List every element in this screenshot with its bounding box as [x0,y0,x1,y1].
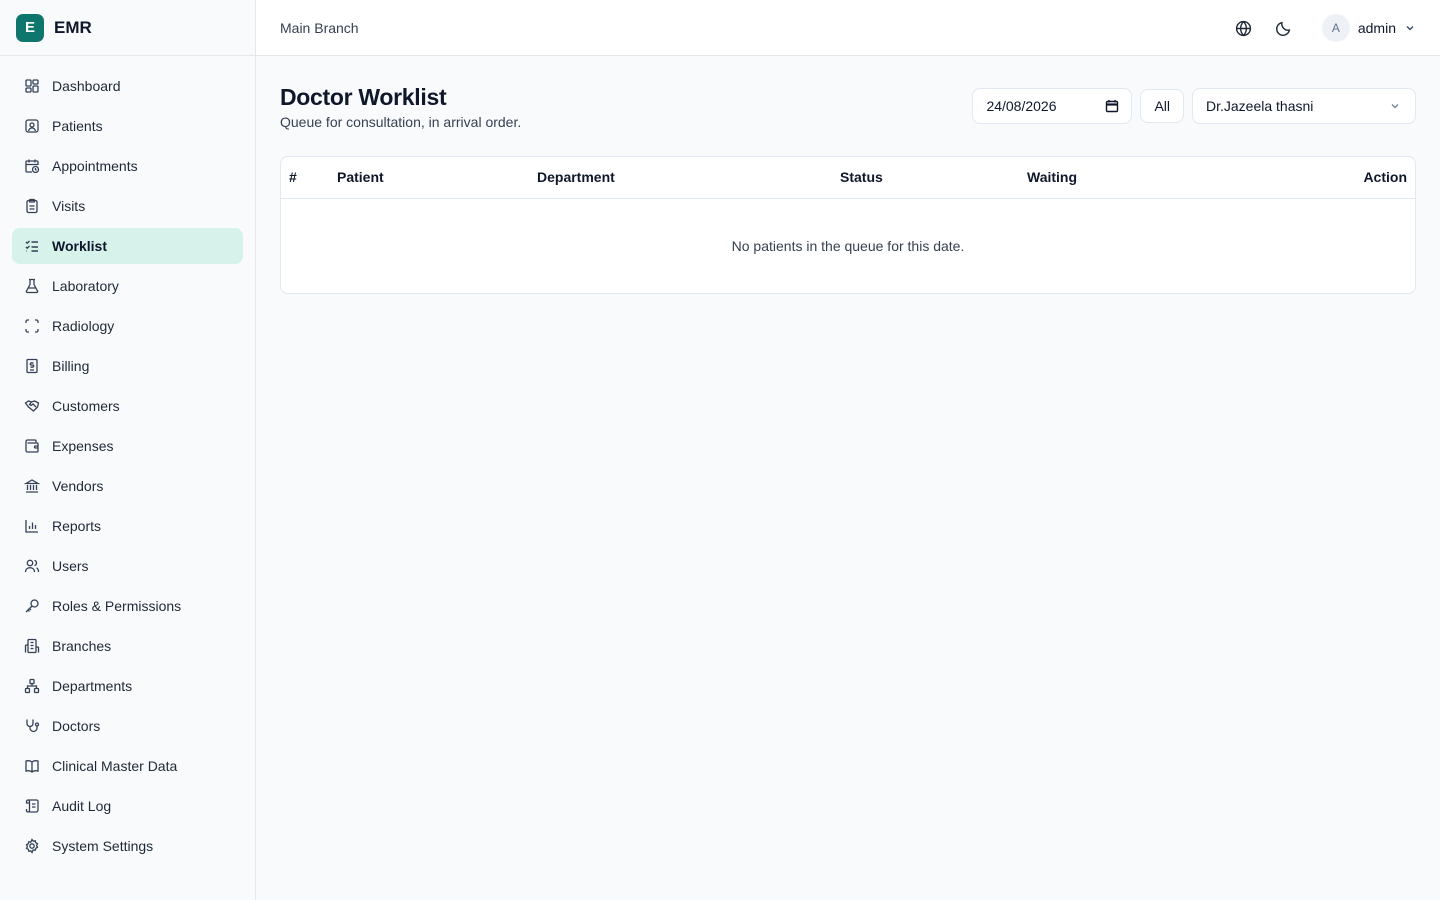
doctor-select-value: Dr.Jazeela thasni [1206,98,1314,114]
sidebar-item-label: Laboratory [52,278,119,294]
gear-icon [24,838,40,854]
sidebar-item-system-settings[interactable]: System Settings [12,828,243,864]
flask-icon [24,278,40,294]
sidebar-item-visits[interactable]: Visits [12,188,243,224]
users-icon [24,558,40,574]
globe-icon [1236,20,1252,36]
network-icon [24,678,40,694]
bank-icon [24,478,40,494]
top-bar: Main Branch A admin [256,0,1440,56]
scroll-icon [24,798,40,814]
user-menu[interactable]: A admin [1321,14,1416,42]
sidebar-item-label: Users [52,558,89,574]
calendar-icon[interactable] [1105,99,1119,113]
sidebar-item-label: System Settings [52,838,154,854]
sidebar-item-expenses[interactable]: Expenses [12,428,243,464]
sidebar-item-dashboard[interactable]: Dashboard [12,68,243,104]
wallet-icon [24,438,40,454]
sidebar-item-label: Patients [52,118,103,134]
table-header: # Patient Department Status Waiting Acti… [281,157,1415,199]
all-button[interactable]: All [1140,89,1184,123]
sidebar-item-label: Branches [52,638,112,654]
calendar-clock-icon [24,158,40,174]
sidebar-item-vendors[interactable]: Vendors [12,468,243,504]
chevron-down-icon [1406,26,1414,31]
sidebar-item-label: Doctors [52,718,101,734]
column-header-waiting: Waiting [1027,169,1078,185]
clipboard-icon [24,198,40,214]
sidebar-item-label: Roles & Permissions [52,598,182,614]
sidebar-item-users[interactable]: Users [12,548,243,584]
sidebar-item-label: Customers [52,398,120,414]
column-header-status: Status [840,169,883,185]
sidebar-item-label: Radiology [52,318,115,334]
sidebar-item-worklist[interactable]: Worklist [12,228,243,264]
sidebar-item-label: Billing [52,358,90,374]
brand-name: EMR [54,17,92,37]
book-icon [24,758,40,774]
sidebar-item-billing[interactable]: Billing [12,348,243,384]
date-value: 24/08/2026 [986,98,1057,114]
sidebar-item-laboratory[interactable]: Laboratory [12,268,243,304]
handshake-icon [24,398,40,414]
key-icon [24,598,40,614]
sidebar-item-clinical-master-data[interactable]: Clinical Master Data [12,748,243,784]
worklist-table: # Patient Department Status Waiting Acti… [280,156,1416,294]
patients-icon [24,118,40,134]
sidebar-item-label: Expenses [52,438,114,454]
stethoscope-icon [24,718,40,734]
receipt-icon [24,358,40,374]
sidebar-item-patients[interactable]: Patients [12,108,243,144]
sidebar-item-radiology[interactable]: Radiology [12,308,243,344]
brand[interactable]: E EMR [0,0,255,56]
avatar: A [1321,14,1350,42]
empty-state-message: No patients in the queue for this date. [731,238,965,254]
dashboard-icon [24,78,40,94]
sidebar-item-label: Dashboard [52,78,121,94]
page-subtitle: Queue for consultation, in arrival order… [280,114,522,130]
sidebar-nav: Dashboard Patients Appointments Visits W… [0,56,255,864]
sidebar-item-label: Worklist [52,238,107,254]
theme-toggle-button[interactable] [1268,12,1300,44]
sidebar-item-audit-log[interactable]: Audit Log [12,788,243,824]
column-header-patient: Patient [337,169,384,185]
sidebar: E EMR Dashboard Patients Appointments Vi… [0,0,256,900]
sidebar-item-reports[interactable]: Reports [12,508,243,544]
sidebar-item-label: Appointments [52,158,138,174]
sidebar-item-label: Reports [52,518,102,534]
column-header-action: Action [1363,169,1407,185]
sidebar-item-roles-permissions[interactable]: Roles & Permissions [12,588,243,624]
language-button[interactable] [1228,12,1260,44]
date-input[interactable]: 24/08/2026 [972,88,1133,124]
moon-icon [1276,21,1291,36]
user-name: admin [1357,20,1396,36]
scan-icon [24,318,40,334]
doctor-select[interactable]: Dr.Jazeela thasni [1192,88,1416,124]
brand-logo: E [16,13,44,42]
sidebar-item-label: Clinical Master Data [52,758,178,774]
column-header-number: # [289,169,297,185]
sidebar-item-label: Departments [52,678,133,694]
sidebar-item-label: Visits [52,198,86,214]
column-header-department: Department [537,169,615,185]
topbar-actions: A admin [1220,0,1416,56]
main-content: Doctor Worklist Queue for consultation, … [256,56,1440,900]
sidebar-item-label: Audit Log [52,798,112,814]
list-checks-icon [24,238,40,254]
sidebar-item-label: Vendors [52,478,104,494]
sidebar-item-appointments[interactable]: Appointments [12,148,243,184]
bar-chart-icon [24,518,40,534]
page-title: Doctor Worklist [280,84,447,110]
filter-controls: 24/08/2026 All Dr.Jazeela thasni [972,88,1416,124]
sidebar-item-customers[interactable]: Customers [12,388,243,424]
branch-name: Main Branch [280,19,359,36]
building-icon [24,638,40,654]
sidebar-item-departments[interactable]: Departments [12,668,243,704]
sidebar-item-doctors[interactable]: Doctors [12,708,243,744]
sidebar-item-branches[interactable]: Branches [12,628,243,664]
chevron-down-icon [1391,104,1399,109]
